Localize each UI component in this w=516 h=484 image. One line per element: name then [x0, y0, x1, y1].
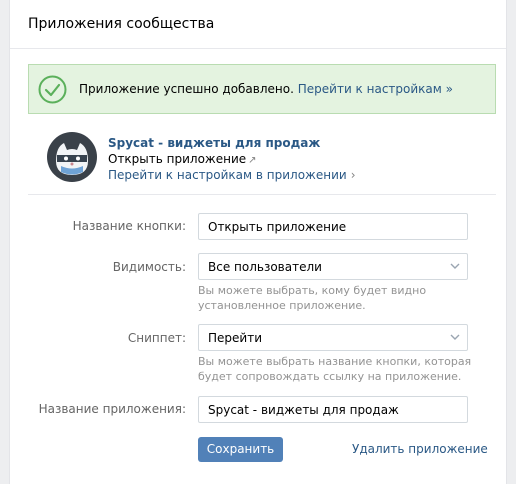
go-to-settings-link[interactable]: Перейти к настройкам »	[298, 82, 453, 96]
visibility-label: Видимость:	[112, 260, 186, 274]
button-name-input[interactable]: Открыть приложение	[198, 213, 468, 240]
button-name-value: Открыть приложение	[208, 220, 347, 234]
save-button[interactable]: Сохранить	[198, 437, 283, 462]
snippet-hint: Вы можете выбрать название кнопки, котор…	[198, 355, 472, 383]
page-title: Приложения сообщества	[28, 16, 215, 32]
divider	[28, 194, 496, 195]
button-name-label: Название кнопки:	[72, 219, 186, 233]
success-message: Приложение успешно добавлено. Перейти к …	[79, 82, 453, 96]
app-name-label: Название приложения:	[38, 402, 186, 416]
success-text: Приложение успешно добавлено.	[79, 82, 294, 96]
community-apps-panel: Приложения сообщества Приложение успешно…	[9, 0, 507, 484]
chevron-down-icon	[450, 334, 460, 340]
visibility-value: Все пользователи	[208, 260, 322, 274]
app-settings-link[interactable]: Перейти к настройкам в приложении ›	[108, 168, 356, 182]
external-arrow-icon: ↗	[248, 155, 257, 166]
chevron-right-icon: ›	[350, 168, 356, 182]
cat-avatar-icon	[47, 132, 97, 182]
check-circle-icon	[38, 75, 67, 104]
app-info: Spycat - виджеты для продаж Открыть прил…	[46, 131, 486, 187]
snippet-label: Сниппет:	[127, 331, 186, 345]
success-alert: Приложение успешно добавлено. Перейти к …	[28, 64, 496, 114]
app-settings-label: Перейти к настройкам в приложении	[108, 168, 347, 182]
chevron-down-icon	[450, 263, 460, 269]
visibility-select[interactable]: Все пользователи	[198, 253, 468, 280]
app-name-link[interactable]: Spycat - виджеты для продаж	[108, 136, 320, 150]
panel-header: Приложения сообщества	[10, 0, 506, 49]
delete-app-link[interactable]: Удалить приложение	[352, 442, 488, 456]
open-app-link[interactable]: Открыть приложение ↗	[108, 152, 257, 166]
snippet-select[interactable]: Перейти	[198, 324, 468, 351]
open-app-label: Открыть приложение	[108, 152, 247, 166]
snippet-value: Перейти	[208, 331, 262, 345]
app-name-value: Spycat - виджеты для продаж	[208, 403, 399, 417]
app-name-input[interactable]: Spycat - виджеты для продаж	[198, 396, 468, 423]
visibility-hint: Вы можете выбрать, кому будет видно уста…	[198, 284, 427, 312]
